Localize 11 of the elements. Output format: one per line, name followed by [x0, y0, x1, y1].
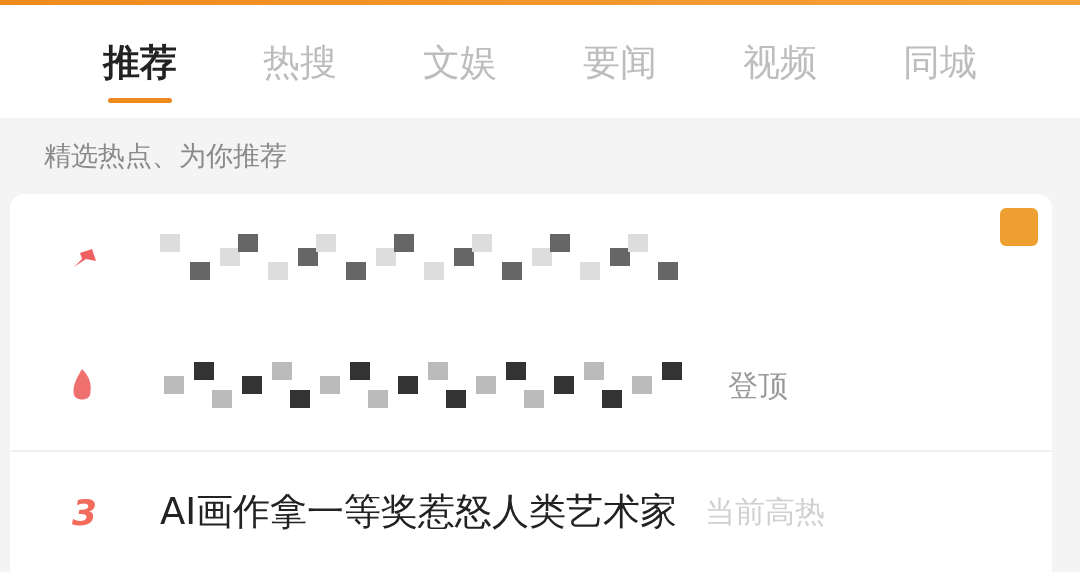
rank-number: 3: [72, 491, 99, 533]
tab[interactable]: 视频: [700, 19, 860, 103]
tab[interactable]: 同城: [860, 19, 1020, 103]
tab[interactable]: 文娱: [380, 19, 540, 103]
section-subtitle: 精选热点、为你推荐: [44, 138, 287, 173]
hot-search-row[interactable]: 登顶: [10, 322, 1052, 452]
hot-search-title: AI画作拿一等奖惹怒人类艺术家: [160, 489, 678, 535]
tab[interactable]: 推荐: [60, 19, 220, 103]
hot-tag: 登顶: [728, 365, 788, 407]
tab[interactable]: 要闻: [540, 19, 700, 103]
tab[interactable]: 热搜: [220, 19, 380, 103]
